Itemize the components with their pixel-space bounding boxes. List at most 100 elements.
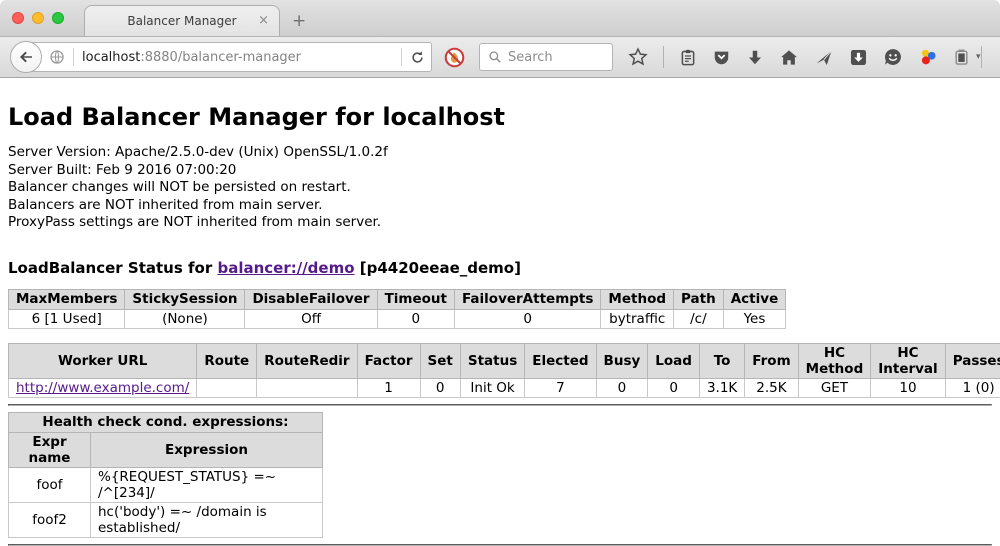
- panel-download-icon[interactable]: [849, 48, 868, 67]
- download-arrow-icon[interactable]: [746, 48, 764, 67]
- col-expression: Expression: [91, 432, 323, 467]
- urlbar-separator: [401, 48, 402, 66]
- col-from: From: [745, 343, 798, 378]
- table-header-row: Worker URL Route RouteRedir Factor Set S…: [9, 343, 1000, 378]
- cell-set: 0: [420, 378, 460, 397]
- title-bar: Balancer Manager × +: [0, 0, 1000, 37]
- home-icon[interactable]: [779, 48, 799, 67]
- minimize-window-button[interactable]: [32, 12, 44, 24]
- cell-worker-url: http://www.example.com/: [9, 378, 197, 397]
- table-row: 6 [1 Used] (None) Off 0 0 bytraffic /c/ …: [9, 309, 786, 328]
- table-title-row: Health check cond. expressions:: [9, 412, 323, 432]
- zoom-window-button[interactable]: [52, 12, 64, 24]
- cell-passes: 1 (0): [945, 378, 1000, 397]
- clipboard-icon[interactable]: [679, 48, 697, 67]
- cell-routeredir: [257, 378, 357, 397]
- table-header-row: MaxMembers StickySession DisableFailover…: [9, 289, 786, 309]
- page-content: Load Balancer Manager for localhost Serv…: [0, 103, 1000, 546]
- health-check-title: Health check cond. expressions:: [9, 412, 323, 432]
- worker-table: Worker URL Route RouteRedir Factor Set S…: [8, 343, 1000, 398]
- battery-clipboard-icon[interactable]: [953, 47, 970, 67]
- new-tab-button[interactable]: +: [292, 13, 306, 30]
- cell-method: bytraffic: [601, 309, 674, 328]
- search-magnifier-icon: [488, 50, 502, 64]
- tab-title: Balancer Manager: [127, 14, 236, 28]
- col-set: Set: [420, 343, 460, 378]
- url-bar[interactable]: localhost:8880/balancer-manager: [24, 42, 432, 72]
- cell-elected: 7: [525, 378, 596, 397]
- globe-icon: [49, 49, 65, 65]
- back-button[interactable]: [10, 41, 42, 73]
- col-stickysession: StickySession: [125, 289, 245, 309]
- col-active: Active: [723, 289, 786, 309]
- col-passes: Passes: [945, 343, 1000, 378]
- balancer-demo-link[interactable]: balancer://demo: [217, 259, 354, 277]
- col-hc-interval: HC Interval: [871, 343, 945, 378]
- persist-notice-line: Balancer changes will NOT be persisted o…: [8, 179, 992, 197]
- cell-active: Yes: [723, 309, 786, 328]
- toolbar-separator: [981, 46, 982, 68]
- col-failoverattempts: FailoverAttempts: [455, 289, 601, 309]
- cell-expr-name: foof: [9, 467, 91, 502]
- cell-to: 3.1K: [699, 378, 744, 397]
- smiley-chat-icon[interactable]: [883, 47, 903, 67]
- balancer-settings-table: MaxMembers StickySession DisableFailover…: [8, 289, 786, 329]
- navigation-toolbar: localhost:8880/balancer-manager Search: [0, 37, 1000, 78]
- col-timeout: Timeout: [377, 289, 454, 309]
- tab-close-icon[interactable]: ×: [258, 13, 269, 28]
- plugin-blocked-icon[interactable]: [444, 47, 465, 68]
- col-busy: Busy: [596, 343, 648, 378]
- col-elected: Elected: [525, 343, 596, 378]
- col-hc-method: HC Method: [798, 343, 871, 378]
- cell-factor: 1: [357, 378, 420, 397]
- cell-from: 2.5K: [745, 378, 798, 397]
- col-to: To: [699, 343, 744, 378]
- colored-dots-icon[interactable]: [918, 47, 938, 67]
- cell-timeout: 0: [377, 309, 454, 328]
- cell-busy: 0: [596, 378, 648, 397]
- col-disablefailover: DisableFailover: [245, 289, 377, 309]
- pocket-icon[interactable]: [712, 48, 731, 67]
- loadbalancer-status-heading: LoadBalancer Status for balancer://demo …: [8, 259, 992, 277]
- worker-url-link[interactable]: http://www.example.com/: [16, 380, 189, 396]
- server-version-line: Server Version: Apache/2.5.0-dev (Unix) …: [8, 144, 992, 162]
- cell-route: [197, 378, 257, 397]
- url-host: localhost: [82, 50, 140, 65]
- status-heading-suffix: [p4420eeae_demo]: [355, 259, 521, 277]
- bottom-divider: [8, 544, 992, 546]
- reload-icon[interactable]: [410, 50, 425, 65]
- col-factor: Factor: [357, 343, 420, 378]
- server-info: Server Version: Apache/2.5.0-dev (Unix) …: [8, 144, 992, 232]
- health-check-table: Health check cond. expressions: Expr nam…: [8, 412, 323, 538]
- col-method: Method: [601, 289, 674, 309]
- section-divider: [8, 404, 992, 406]
- search-input[interactable]: Search: [479, 43, 613, 71]
- col-expr-name: Expr name: [9, 432, 91, 467]
- col-status: Status: [460, 343, 524, 378]
- bookmark-star-icon[interactable]: [628, 47, 648, 67]
- table-row: foof %{REQUEST_STATUS} =~ /^[234]/: [9, 467, 323, 502]
- search-placeholder: Search: [508, 50, 553, 65]
- cell-path: /c/: [674, 309, 724, 328]
- cell-expression: hc('body') =~ /domain is established/: [91, 502, 323, 537]
- server-built-line: Server Built: Feb 9 2016 07:00:20: [8, 162, 992, 180]
- col-route: Route: [197, 343, 257, 378]
- table-header-row: Expr name Expression: [9, 432, 323, 467]
- inherit-notice-line: Balancers are NOT inherited from main se…: [8, 197, 992, 215]
- col-worker-url: Worker URL: [9, 343, 197, 378]
- table-row: foof2 hc('body') =~ /domain is establish…: [9, 502, 323, 537]
- cell-status: Init Ok: [460, 378, 524, 397]
- cell-hc-method: GET: [798, 378, 871, 397]
- browser-tab[interactable]: Balancer Manager ×: [84, 5, 280, 36]
- col-path: Path: [674, 289, 724, 309]
- cell-maxmembers: 6 [1 Used]: [9, 309, 125, 328]
- send-plane-icon[interactable]: [814, 48, 834, 67]
- col-maxmembers: MaxMembers: [9, 289, 125, 309]
- col-routeredir: RouteRedir: [257, 343, 357, 378]
- status-heading-prefix: LoadBalancer Status for: [8, 259, 217, 277]
- cell-expr-name: foof2: [9, 502, 91, 537]
- window-controls: [12, 12, 64, 24]
- cell-hc-interval: 10: [871, 378, 945, 397]
- cell-failoverattempts: 0: [455, 309, 601, 328]
- close-window-button[interactable]: [12, 12, 24, 24]
